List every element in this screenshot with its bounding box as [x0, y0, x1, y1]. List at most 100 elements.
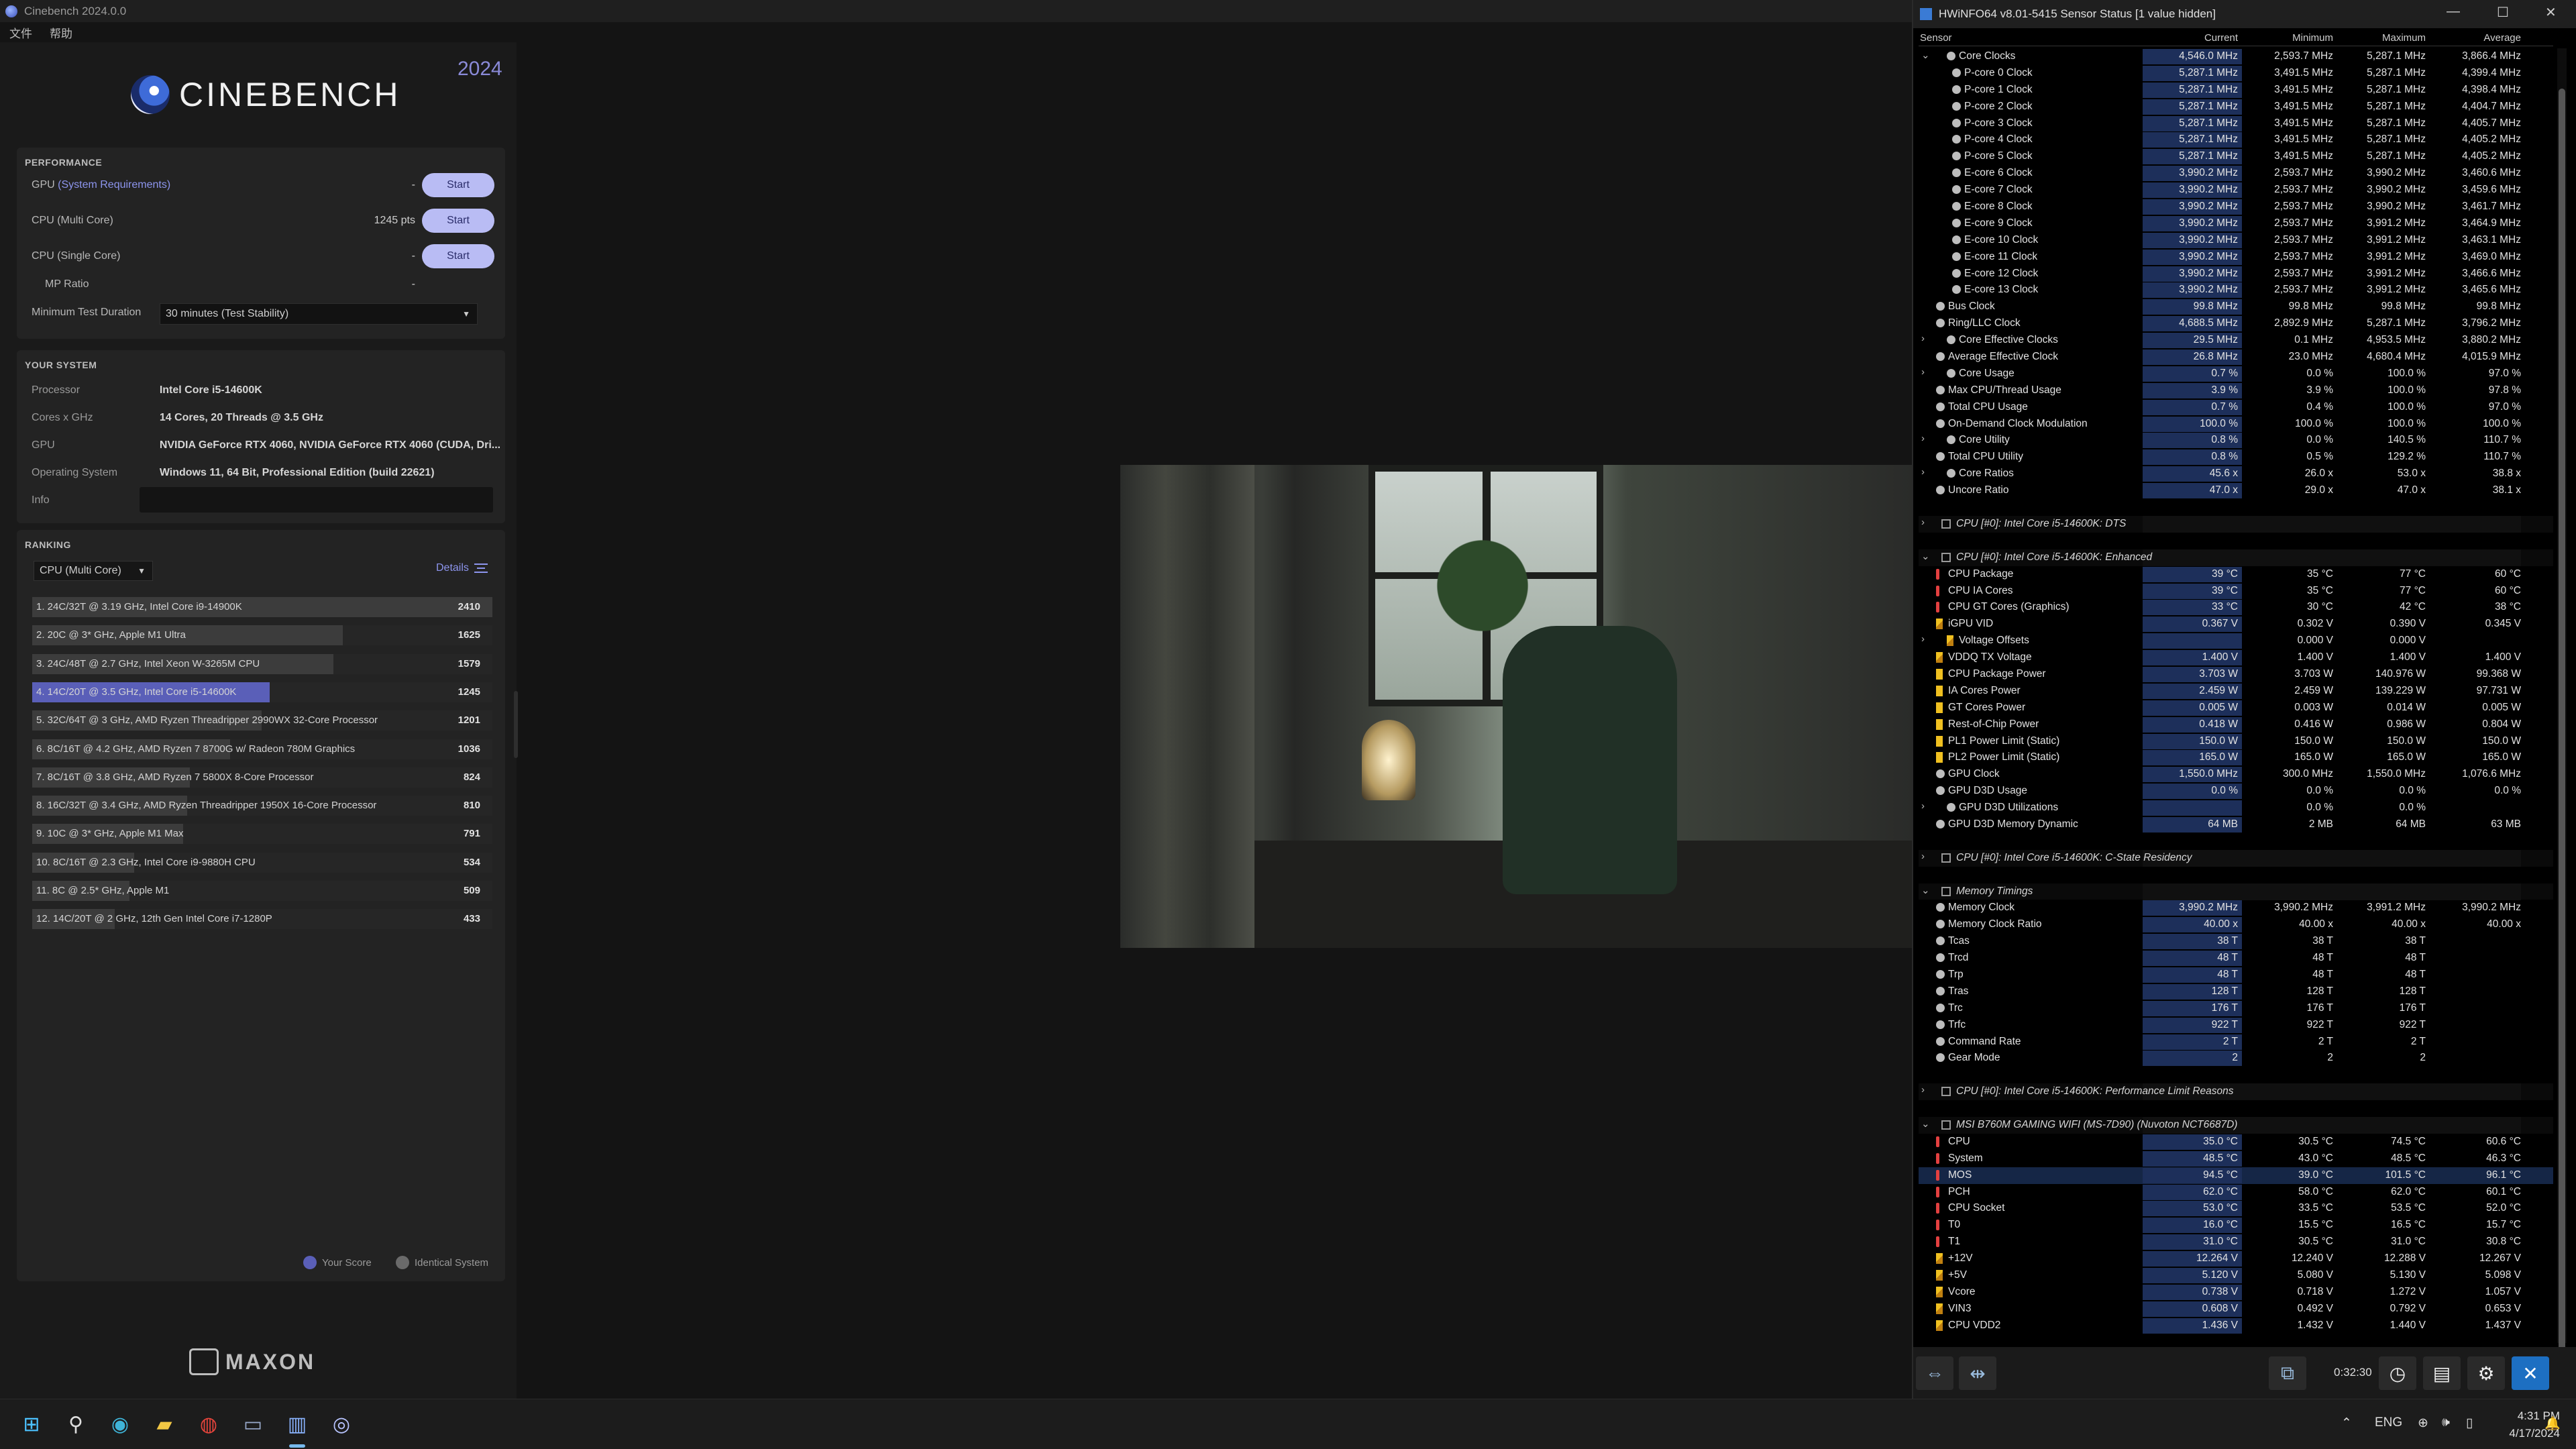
chrome-icon[interactable]: ◍ — [195, 1410, 223, 1438]
sensor-row[interactable]: › Core Usage 0.7 % 0.0 % 100.0 % 97.0 % — [1919, 366, 2553, 382]
sensor-row[interactable]: T1 31.0 °C 30.5 °C 31.0 °C 30.8 °C — [1919, 1234, 2553, 1250]
sensor-row[interactable]: E-core 10 Clock 3,990.2 MHz 2,593.7 MHz 3,9… — [1919, 232, 2553, 249]
windows-start-icon[interactable]: ⊞ — [17, 1410, 46, 1438]
sensor-row[interactable]: Tcas 38 T 38 T 38 T — [1919, 933, 2553, 950]
sensor-row[interactable]: CPU VDD2 1.436 V 1.432 V 1.440 V 1.437 V — [1919, 1318, 2553, 1334]
ranking-row[interactable]: 1. 24C/32T @ 3.19 GHz, Intel Core i9-149… — [32, 597, 492, 617]
ranking-type-select[interactable]: CPU (Multi Core) ▼ — [34, 561, 153, 581]
hwinfo-scrollbar[interactable] — [2557, 48, 2567, 1363]
settings-gear-icon[interactable]: ⚙ — [2467, 1356, 2505, 1390]
sensor-row[interactable]: Bus Clock 99.8 MHz 99.8 MHz 99.8 MHz 99.8 MH… — [1919, 299, 2553, 315]
sensor-row[interactable]: › GPU D3D Utilizations 0.0 % 0.0 % — [1919, 800, 2553, 816]
close-icon[interactable]: ✕ — [2545, 4, 2557, 21]
sensor-group-row[interactable]: ⌄ MSI B760M GAMING WIFI (MS-7D90) (Nuvoto… — [1919, 1117, 2553, 1134]
ranking-row[interactable]: 9. 10C @ 3* GHz, Apple M1 Max 791 — [32, 824, 492, 845]
sensor-row[interactable]: P-core 1 Clock 5,287.1 MHz 3,491.5 MHz 5,28… — [1919, 82, 2553, 99]
sensor-row[interactable]: CPU Package Power 3.703 W 3.703 W 140.976 W… — [1919, 666, 2553, 683]
min-duration-select[interactable]: 30 minutes (Test Stability) ▼ — [160, 303, 478, 325]
sensor-row[interactable]: Total CPU Usage 0.7 % 0.4 % 100.0 % 97.0 % — [1919, 399, 2553, 416]
sensor-row[interactable]: E-core 13 Clock 3,990.2 MHz 2,593.7 MHz 3,9… — [1919, 282, 2553, 299]
sensor-row[interactable]: CPU IA Cores 39 °C 35 °C 77 °C 60 °C — [1919, 583, 2553, 600]
ranking-row[interactable]: 4. 14C/20T @ 3.5 GHz, Intel Core i5-1460… — [32, 682, 492, 702]
ranking-row[interactable]: 3. 24C/48T @ 2.7 GHz, Intel Xeon W-3265M… — [32, 653, 492, 674]
sensor-row[interactable]: ⌄ Core Clocks 4,546.0 MHz 2,593.7 MHz 5,287.… — [1919, 48, 2553, 65]
sensor-row[interactable]: Uncore Ratio 47.0 x 29.0 x 47.0 x 38.1 x — [1919, 482, 2553, 499]
sensor-row[interactable]: Trfc 922 T 922 T 922 T — [1919, 1017, 2553, 1034]
chevron-right-icon[interactable]: › — [1921, 1084, 1925, 1095]
info-input[interactable] — [140, 487, 493, 513]
sensor-row[interactable]: +12V 12.264 V 12.240 V 12.288 V 12.267 V — [1919, 1250, 2553, 1267]
sensor-row[interactable]: T0 16.0 °C 15.5 °C 16.5 °C 15.7 °C — [1919, 1217, 2553, 1234]
sensor-row[interactable]: System 48.5 °C 43.0 °C 48.5 °C 46.3 °C — [1919, 1150, 2553, 1167]
sensor-row[interactable]: Rest-of-Chip Power 0.418 W 0.416 W 0.986 W 0… — [1919, 716, 2553, 733]
clock-reset-icon[interactable]: ◷ — [2379, 1356, 2416, 1390]
sensor-row[interactable]: Trcd 48 T 48 T 48 T — [1919, 950, 2553, 967]
sensor-row[interactable]: E-core 12 Clock 3,990.2 MHz 2,593.7 MHz 3,9… — [1919, 266, 2553, 282]
chevron-down-icon[interactable]: ⌄ — [1921, 884, 1930, 896]
details-button[interactable]: Details — [436, 562, 488, 574]
volume-icon[interactable]: 🕪 — [2442, 1415, 2450, 1430]
sensor-row[interactable]: Ring/LLC Clock 4,688.5 MHz 2,892.9 MHz 5,28… — [1919, 315, 2553, 332]
chevron-right-icon[interactable]: › — [1921, 466, 1925, 478]
sensor-row[interactable]: P-core 0 Clock 5,287.1 MHz 3,491.5 MHz 5,28… — [1919, 65, 2553, 82]
sensor-row[interactable]: GT Cores Power 0.005 W 0.003 W 0.014 W 0.005… — [1919, 700, 2553, 716]
gpu-requirements-link[interactable]: (System Requirements) — [58, 179, 170, 191]
sensor-row[interactable]: Memory Clock Ratio 40.00 x 40.00 x 40.00 x 4… — [1919, 916, 2553, 933]
sensor-row[interactable]: VIN3 0.608 V 0.492 V 0.792 V 0.653 V — [1919, 1301, 2553, 1318]
ranking-row[interactable]: 11. 8C @ 2.5* GHz, Apple M1 509 — [32, 881, 492, 901]
cpu-single-start-button[interactable]: Start — [422, 244, 494, 268]
app-icon[interactable]: ▭ — [239, 1410, 267, 1438]
sensor-row[interactable]: CPU Package 39 °C 35 °C 77 °C 60 °C — [1919, 566, 2553, 583]
sensor-row[interactable]: Total CPU Utility 0.8 % 0.5 % 129.2 % 110.7 … — [1919, 449, 2553, 466]
sensor-row[interactable]: CPU GT Cores (Graphics) 33 °C 30 °C 42 °C 38… — [1919, 599, 2553, 616]
sensor-row[interactable]: Command Rate 2 T 2 T 2 T — [1919, 1034, 2553, 1051]
sensor-row[interactable]: P-core 3 Clock 5,287.1 MHz 3,491.5 MHz 5,28… — [1919, 115, 2553, 132]
ranking-row[interactable]: 10. 8C/16T @ 2.3 GHz, Intel Core i9-9880… — [32, 852, 492, 873]
sensor-row[interactable]: GPU D3D Memory Dynamic 64 MB 2 MB 64 MB 63 M… — [1919, 816, 2553, 833]
sensor-group-row[interactable]: › CPU [#0]: Intel Core i5-14600K: Perform… — [1919, 1083, 2553, 1101]
sensor-row[interactable]: Memory Clock 3,990.2 MHz 3,990.2 MHz 3,991.… — [1919, 900, 2553, 916]
sensor-row[interactable]: E-core 9 Clock 3,990.2 MHz 2,593.7 MHz 3,99… — [1919, 215, 2553, 232]
sensor-group-row[interactable]: › CPU [#0]: Intel Core i5-14600K: DTS — [1919, 515, 2553, 533]
panel-splitter-handle[interactable] — [514, 691, 518, 758]
file-explorer-icon[interactable]: ▰ — [150, 1410, 178, 1438]
sensor-group-row[interactable]: ⌄ CPU [#0]: Intel Core i5-14600K: Enhance… — [1919, 549, 2553, 566]
ranking-row[interactable]: 8. 16C/32T @ 3.4 GHz, AMD Ryzen Threadri… — [32, 796, 492, 816]
minimize-icon[interactable]: — — [2447, 4, 2460, 19]
expand-arrows-icon[interactable]: ⇔ — [1916, 1356, 1953, 1390]
report-icon[interactable]: ▤ — [2423, 1356, 2461, 1390]
chevron-right-icon[interactable]: › — [1921, 633, 1925, 645]
battery-icon[interactable]: ▯ — [2466, 1415, 2473, 1431]
col-maximum[interactable]: Maximum — [2333, 32, 2426, 46]
ranking-row[interactable]: 5. 32C/64T @ 3 GHz, AMD Ryzen Threadripp… — [32, 710, 492, 731]
sensor-row[interactable]: VDDQ TX Voltage 1.400 V 1.400 V 1.400 V 1.40… — [1919, 649, 2553, 666]
edge-browser-icon[interactable]: ◉ — [106, 1410, 134, 1438]
sensor-row[interactable]: E-core 11 Clock 3,990.2 MHz 2,593.7 MHz 3,9… — [1919, 249, 2553, 266]
sensor-row[interactable]: Max CPU/Thread Usage 3.9 % 3.9 % 100.0 % 97.… — [1919, 382, 2553, 399]
sensor-row[interactable]: IA Cores Power 2.459 W 2.459 W 139.229 W 97.… — [1919, 683, 2553, 700]
sensor-row[interactable]: GPU D3D Usage 0.0 % 0.0 % 0.0 % 0.0 % — [1919, 783, 2553, 800]
sensor-row[interactable]: iGPU VID 0.367 V 0.302 V 0.390 V 0.345 V — [1919, 616, 2553, 633]
network-icon[interactable]: ⧉ — [2269, 1356, 2306, 1390]
sensor-row[interactable]: Vcore 0.738 V 0.718 V 1.272 V 1.057 V — [1919, 1284, 2553, 1301]
sensor-row[interactable]: Trp 48 T 48 T 48 T — [1919, 967, 2553, 983]
sensor-row[interactable]: › Core Utility 0.8 % 0.0 % 140.5 % 110.7 % — [1919, 432, 2553, 449]
chevron-down-icon[interactable]: ⌄ — [1921, 49, 1930, 61]
col-average[interactable]: Average — [2426, 32, 2521, 46]
chevron-right-icon[interactable]: › — [1921, 433, 1925, 444]
sensor-row[interactable]: CPU Socket 53.0 °C 33.5 °C 53.5 °C 52.0 °C — [1919, 1200, 2553, 1217]
chevron-up-icon[interactable]: ⌃ — [2341, 1415, 2352, 1431]
maximize-icon[interactable]: ☐ — [2497, 4, 2509, 21]
sensor-row[interactable]: › Voltage Offsets 0.000 V 0.000 V — [1919, 633, 2553, 649]
network-tray-icon[interactable]: ⊕ — [2418, 1415, 2428, 1431]
cpu-multi-start-button[interactable]: Start — [422, 209, 494, 233]
menu-file[interactable]: 文件 — [9, 24, 32, 41]
sensor-row[interactable]: › Core Effective Clocks 29.5 MHz 0.1 MHz 4,9… — [1919, 332, 2553, 349]
sensor-row[interactable]: GPU Clock 1,550.0 MHz 300.0 MHz 1,550.0 MHz… — [1919, 766, 2553, 783]
language-indicator[interactable]: ENG — [2375, 1415, 2402, 1430]
sensor-row[interactable]: On-Demand Clock Modulation 100.0 % 100.0 %… — [1919, 416, 2553, 433]
collapse-arrows-icon[interactable]: ⇹ — [1959, 1356, 1996, 1390]
hwinfo-taskbar-icon[interactable]: ▥ — [283, 1410, 311, 1438]
sensor-row[interactable]: Average Effective Clock 26.8 MHz 23.0 MHz 4… — [1919, 349, 2553, 366]
sensor-row[interactable]: E-core 8 Clock 3,990.2 MHz 2,593.7 MHz 3,99… — [1919, 199, 2553, 215]
